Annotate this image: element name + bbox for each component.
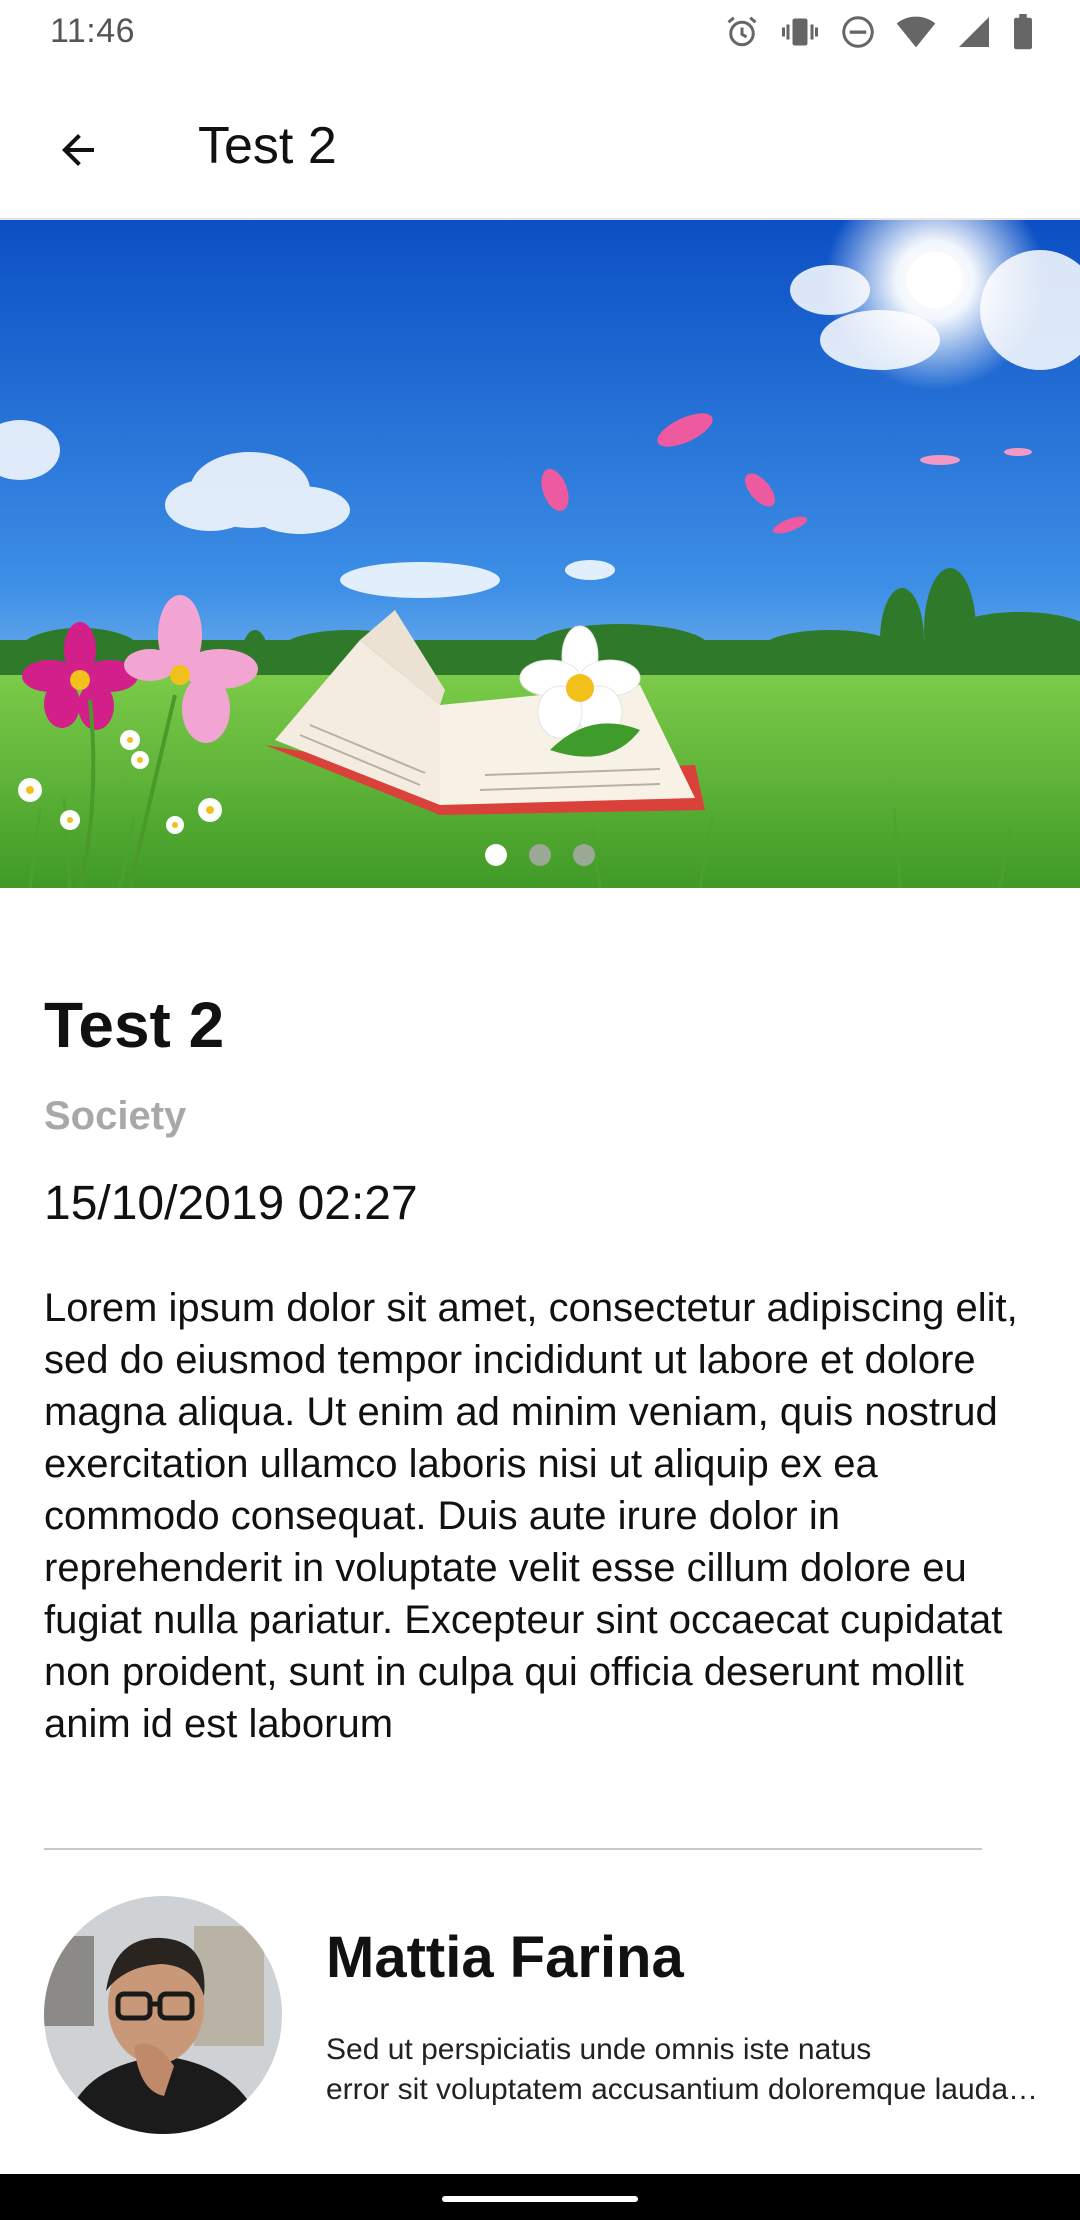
home-gesture-handle[interactable] [442, 2196, 638, 2202]
hero-image [0, 220, 1080, 888]
article-category: Society [44, 1094, 187, 1138]
arrow-back-icon [62, 134, 94, 166]
author-name: Mattia Farina [326, 1925, 684, 1990]
vibrate-icon [780, 14, 820, 50]
author-bio-line-1: Sed ut perspiciatis unde omnis iste natu… [326, 2033, 872, 2066]
avatar[interactable] [44, 1896, 282, 2134]
article-title: Test 2 [44, 989, 225, 1061]
back-button[interactable] [36, 108, 120, 192]
author-bio-line-2: error sit voluptatem accusantium dolorem… [326, 2073, 1046, 2106]
wifi-icon [896, 14, 936, 50]
carousel-indicator [0, 844, 1080, 866]
author-bio: Sed ut perspiciatis unde omnis iste natu… [326, 2030, 1046, 2110]
signal-icon [956, 14, 992, 50]
battery-icon [1012, 14, 1034, 50]
app-bar: Test 2 [0, 66, 1080, 220]
carousel-dot-1[interactable] [485, 844, 507, 866]
carousel-dot-3[interactable] [573, 844, 595, 866]
author-card[interactable]: Mattia Farina Sed ut perspiciatis unde o… [0, 1880, 1080, 2160]
alarm-icon [724, 14, 760, 50]
carousel-dot-2[interactable] [529, 844, 551, 866]
status-time: 11:46 [50, 12, 136, 50]
image-carousel[interactable] [0, 220, 1080, 888]
article-body: Lorem ipsum dolor sit amet, consectetur … [44, 1286, 1018, 1746]
app-title: Test 2 [198, 117, 337, 175]
system-nav-bar [0, 2174, 1080, 2220]
divider [44, 1848, 982, 1850]
do-not-disturb-icon [840, 14, 876, 50]
status-icons [724, 14, 1034, 50]
article-date: 15/10/2019 02:27 [44, 1177, 418, 1230]
status-bar: 11:46 [0, 0, 1080, 66]
